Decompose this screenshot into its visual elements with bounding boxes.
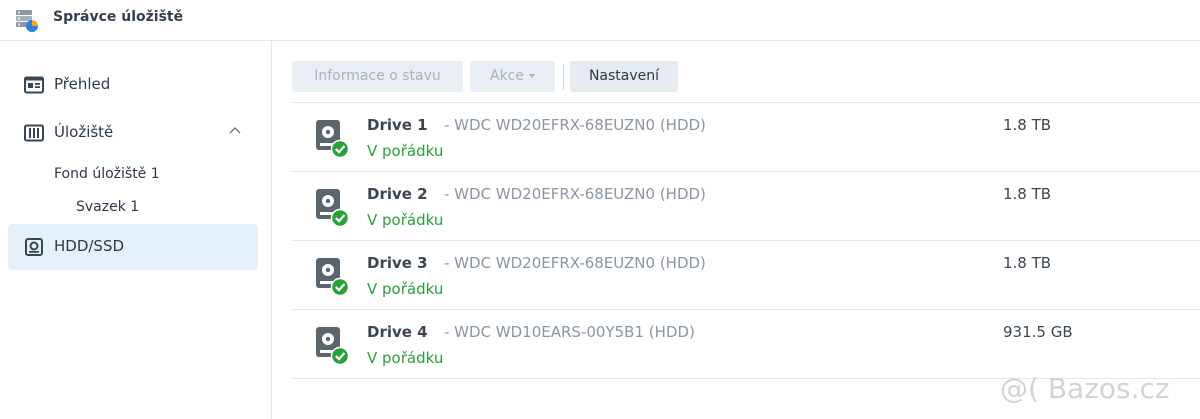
chevron-up-icon[interactable]: [228, 124, 242, 138]
sidebar-item-hdd-ssd[interactable]: HDD/SSD: [8, 224, 258, 270]
hdd-healthy-icon: [316, 120, 350, 158]
window-titlebar: Správce úložiště: [0, 0, 1200, 41]
drive-status: V pořádku: [367, 211, 444, 229]
app-title: Správce úložiště: [53, 9, 184, 25]
dropdown-caret-icon: [529, 74, 535, 78]
drive-model: - WDC WD20EFRX-68EUZN0 (HDD): [444, 116, 706, 134]
actions-button-label: Akce: [490, 68, 524, 84]
hdd-healthy-icon: [316, 258, 350, 296]
sidebar-subitem-volume[interactable]: Svazek 1: [76, 199, 139, 215]
hdd-healthy-icon: [316, 327, 350, 365]
drive-size: 1.8 TB: [1003, 116, 1052, 134]
drive-status: V pořádku: [367, 142, 444, 160]
drive-status: V pořádku: [367, 280, 444, 298]
drive-name: Drive 4: [367, 323, 428, 341]
hdd-icon: [25, 238, 43, 256]
settings-button[interactable]: Nastavení: [570, 61, 678, 92]
watermark: @( Bazos.cz: [1000, 372, 1170, 405]
sidebar-item-storage[interactable]: Úložiště: [8, 110, 258, 156]
drive-list-item[interactable]: Drive 4 - WDC WD10EARS-00Y5B1 (HDD) V po…: [292, 310, 1200, 379]
drive-name: Drive 3: [367, 254, 428, 272]
storage-manager-app-icon: [16, 10, 38, 32]
hdd-healthy-icon: [316, 189, 350, 227]
sidebar-item-label: HDD/SSD: [54, 237, 125, 255]
storage-icon: [24, 124, 44, 142]
drive-name: Drive 1: [367, 116, 428, 134]
drive-list-item[interactable]: Drive 2 - WDC WD20EFRX-68EUZN0 (HDD) V p…: [292, 172, 1200, 241]
drive-list-item[interactable]: Drive 1 - WDC WD20EFRX-68EUZN0 (HDD) V p…: [292, 103, 1200, 172]
overview-icon: [24, 76, 44, 94]
drive-list-item[interactable]: Drive 3 - WDC WD20EFRX-68EUZN0 (HDD) V p…: [292, 241, 1200, 310]
drive-status: V pořádku: [367, 349, 444, 367]
toolbar-separator: [563, 64, 564, 90]
sidebar-subitem-storage-pool[interactable]: Fond úložiště 1: [54, 166, 160, 182]
drive-model: - WDC WD20EFRX-68EUZN0 (HDD): [444, 254, 706, 272]
status-info-button[interactable]: Informace o stavu: [292, 61, 463, 92]
actions-button[interactable]: Akce: [470, 61, 555, 92]
sidebar-item-label: Přehled: [54, 75, 111, 93]
drive-name: Drive 2: [367, 185, 428, 203]
sidebar: Přehled Úložiště Fond úložiště 1 Svazek …: [0, 41, 272, 419]
drive-size: 931.5 GB: [1003, 323, 1073, 341]
drive-model: - WDC WD10EARS-00Y5B1 (HDD): [444, 323, 695, 341]
drive-size: 1.8 TB: [1003, 185, 1052, 203]
sidebar-item-label: Úložiště: [54, 123, 114, 141]
sidebar-item-overview[interactable]: Přehled: [8, 62, 258, 108]
drive-size: 1.8 TB: [1003, 254, 1052, 272]
drive-model: - WDC WD20EFRX-68EUZN0 (HDD): [444, 185, 706, 203]
